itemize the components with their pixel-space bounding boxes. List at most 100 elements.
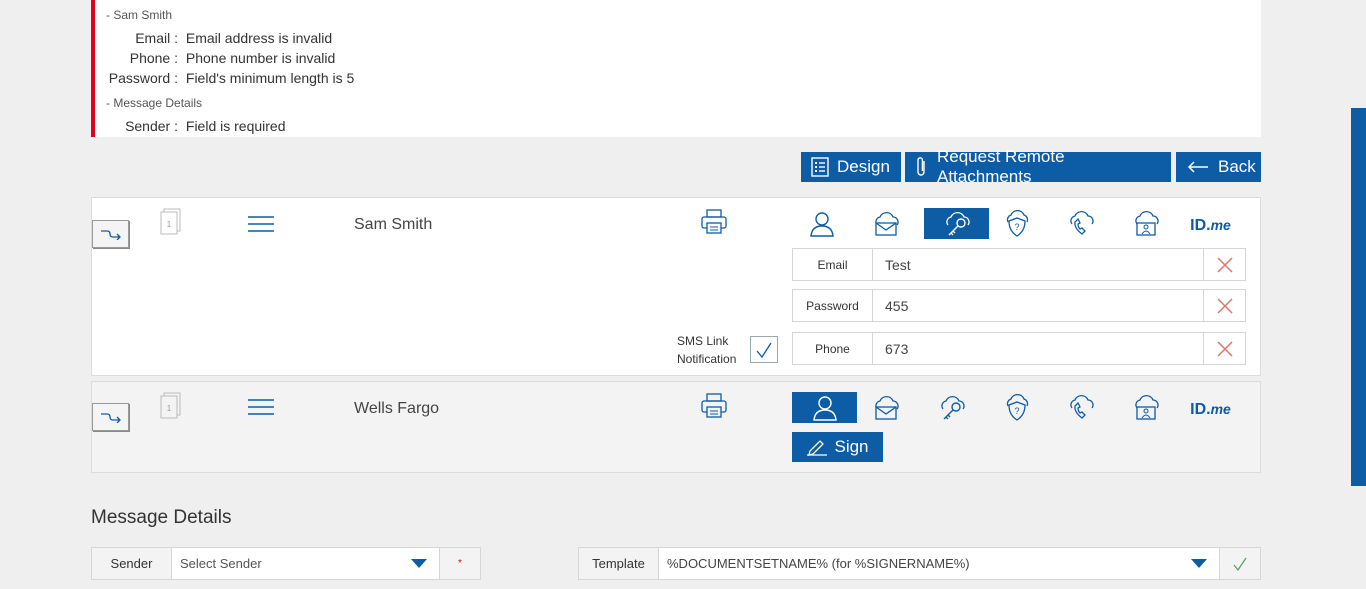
email-field[interactable] [873,249,1203,280]
sender-label: Sender [92,548,172,579]
signer-row: 1 Sam Smith ? ID.me Email Test Password … [91,197,1261,376]
user-icon [809,211,834,237]
idme-logo: ID.me [1190,400,1231,418]
svg-text:1: 1 [167,220,172,229]
email-auth-option[interactable] [853,208,918,239]
user-icon [812,395,837,421]
back-button[interactable]: Back [1176,152,1261,182]
password-field-row: Password [792,289,1246,322]
email-field-row: Email [792,248,1246,281]
sender-field: Sender Select Sender * [91,547,481,580]
sign-label: Sign [834,437,869,456]
idme-auth-option[interactable]: ID.me [1178,210,1243,241]
print-icon[interactable] [700,392,728,420]
caret-down-icon [411,558,427,568]
svg-text:?: ? [1014,406,1019,416]
error-message: Field's minimum length is 5 [185,70,355,86]
print-icon[interactable] [700,208,728,236]
error-field-label: Phone : [129,50,178,66]
error-message: Field is required [185,118,286,134]
message-details-title: Message Details [91,507,232,528]
menu-icon[interactable] [248,216,274,232]
sms-link-notification-checkbox[interactable] [750,336,778,363]
template-valid-indicator [1219,548,1260,579]
design-button[interactable]: Design [801,152,901,182]
route-arrow-icon [100,230,121,240]
sign-button[interactable]: Sign [792,432,883,462]
error-group-title: - Message Details [106,96,203,110]
request-remote-attachments-button[interactable]: Request Remote Attachments [905,147,1171,186]
phone-auth-option[interactable] [1048,208,1113,239]
key-cloud-icon [945,211,970,235]
caret-down-icon [1191,558,1207,568]
id-card-cloud-icon [1134,394,1159,420]
password-auth-option[interactable] [919,392,984,423]
error-field-label: Email : [135,30,178,46]
email-label: Email [793,249,873,280]
security-question-auth-option[interactable]: ? [984,208,1049,239]
template-label: Template [579,548,659,579]
signer-name: Wells Fargo [354,400,440,417]
close-icon [1216,297,1233,314]
svg-text:?: ? [1014,222,1019,232]
checkmark-icon [1233,557,1247,571]
paperclip-icon [917,157,925,176]
scrollbar-thumb[interactable] [1351,108,1366,486]
id-card-auth-option[interactable] [1113,208,1178,239]
user-auth-option[interactable] [792,392,857,423]
signer-name: Sam Smith [354,216,433,233]
svg-text:1: 1 [167,404,172,413]
phone-field-row: Phone [792,332,1246,365]
key-cloud-icon [940,395,965,419]
remove-phone-button[interactable] [1203,333,1245,364]
email-cloud-icon [874,211,899,236]
sender-select[interactable]: Select Sender [172,548,399,579]
routing-button[interactable] [92,403,129,431]
error-line: Sender : Field is required [95,118,286,134]
phone-cloud-icon [1069,394,1094,419]
email-auth-option[interactable] [853,392,918,423]
close-icon [1216,256,1233,273]
error-field-label: Password : [108,70,178,86]
back-label: Back [1218,157,1256,176]
signer-row: 1 Wells Fargo ? ID.me Sign [91,381,1261,473]
id-card-cloud-icon [1134,210,1159,236]
validation-errors-panel: - Sam Smith Email : Email address is inv… [91,0,1261,137]
checklist-icon [811,157,829,177]
document-page-icon[interactable]: 1 [160,208,182,236]
template-field: Template %DOCUMENTSETNAME% (for %SIGNERN… [578,547,1261,580]
pen-icon [807,440,828,456]
idme-auth-option[interactable]: ID.me [1178,394,1243,425]
template-select[interactable]: %DOCUMENTSETNAME% (for %SIGNERNAME%) [659,548,1179,579]
sms-link-notification-label: SMS Link Notification [677,334,737,366]
template-dropdown-toggle[interactable] [1179,548,1219,579]
design-label: Design [837,157,890,176]
shield-question-icon: ? [1006,393,1028,421]
phone-auth-option[interactable] [1048,392,1113,423]
shield-question-icon: ? [1006,209,1028,237]
error-line: Password : Field's minimum length is 5 [95,70,355,86]
required-indicator: * [439,548,480,579]
routing-button[interactable] [92,220,129,248]
document-page-icon[interactable]: 1 [160,392,182,420]
arrow-left-icon [1187,161,1208,173]
route-arrow-icon [100,413,121,423]
phone-field[interactable] [873,333,1203,364]
password-auth-option[interactable] [924,208,989,239]
phone-cloud-icon [1069,210,1094,235]
security-question-auth-option[interactable]: ? [984,392,1049,423]
remove-email-button[interactable] [1203,249,1245,280]
password-field[interactable] [873,290,1203,321]
email-cloud-icon [874,395,899,420]
id-card-auth-option[interactable] [1113,392,1178,423]
password-label: Password [793,290,873,321]
phone-label: Phone [793,333,873,364]
user-auth-option[interactable] [789,208,854,239]
error-message: Phone number is invalid [185,50,336,66]
error-field-label: Sender : [125,118,178,134]
menu-icon[interactable] [248,399,274,415]
error-line: Phone : Phone number is invalid [95,50,336,66]
error-message: Email address is invalid [185,30,333,46]
sender-dropdown-toggle[interactable] [399,548,439,579]
remove-password-button[interactable] [1203,290,1245,321]
